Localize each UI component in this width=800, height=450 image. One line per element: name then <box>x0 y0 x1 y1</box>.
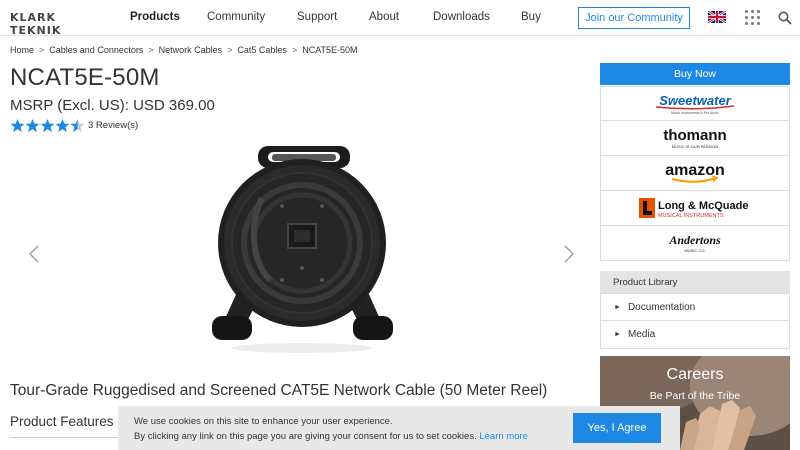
apps-grid-icon[interactable] <box>745 10 760 25</box>
features-divider <box>10 437 120 438</box>
svg-text:Sweetwater: Sweetwater <box>659 93 731 108</box>
uk-flag-icon[interactable] <box>708 11 726 23</box>
star-icon <box>70 119 85 133</box>
careers-title: Careers <box>666 366 724 383</box>
cookie-message-line1: We use cookies on this site to enhance y… <box>134 416 393 427</box>
retailer-long-mcquade[interactable]: Long & McQuade MUSICAL INSTRUMENTS <box>600 191 790 226</box>
product-title: NCAT5E-50M <box>10 64 160 91</box>
star-rating[interactable] <box>10 117 85 133</box>
breadcrumb-cables-connectors[interactable]: Cables and Connectors <box>49 45 143 55</box>
product-price: MSRP (Excl. US): USD 369.00 <box>10 97 215 114</box>
star-icon <box>40 119 55 133</box>
product-library-header: Product Library <box>600 271 790 293</box>
thomann-logo: thomann MUSIC IS OUR PASSION <box>663 127 726 149</box>
svg-text:amazon: amazon <box>665 162 725 179</box>
caret-right-icon: ► <box>614 331 621 338</box>
svg-text:MUSIC CO.: MUSIC CO. <box>684 248 705 253</box>
retailer-sweetwater[interactable]: Sweetwater Music Instruments & Pro Audio <box>600 86 790 121</box>
product-features-heading[interactable]: Product Features <box>10 414 114 429</box>
svg-text:thomann: thomann <box>663 127 726 144</box>
nav-products[interactable]: Products <box>130 11 180 23</box>
accept-cookies-button[interactable]: Yes, I Agree <box>573 413 661 443</box>
breadcrumb-cat5-cables[interactable]: Cat5 Cables <box>237 45 287 55</box>
star-icon <box>55 119 70 133</box>
library-item-media[interactable]: ► Media <box>600 321 790 349</box>
sweetwater-logo: Sweetwater Music Instruments & Pro Audio <box>655 93 735 115</box>
learn-more-link[interactable]: Learn more <box>479 431 528 442</box>
careers-subtitle: Be Part of the Tribe <box>649 390 741 402</box>
star-icon <box>25 119 40 133</box>
amazon-logo: amazon <box>665 162 725 183</box>
svg-text:MUSICAL INSTRUMENTS: MUSICAL INSTRUMENTS <box>658 213 724 219</box>
breadcrumb-home[interactable]: Home <box>10 45 34 55</box>
svg-text:Long & McQuade: Long & McQuade <box>658 200 748 212</box>
nav-support[interactable]: Support <box>297 11 337 23</box>
breadcrumb-current: NCAT5E-50M <box>302 45 358 55</box>
retailer-thomann[interactable]: thomann MUSIC IS OUR PASSION <box>600 121 790 156</box>
star-icon <box>10 119 25 133</box>
svg-text:Music Instruments & Pro Audio: Music Instruments & Pro Audio <box>671 111 719 115</box>
nav-community[interactable]: Community <box>207 11 265 23</box>
svg-text:MUSIC IS OUR PASSION: MUSIC IS OUR PASSION <box>672 144 718 149</box>
library-item-documentation[interactable]: ► Documentation <box>600 293 790 321</box>
nav-about[interactable]: About <box>369 11 399 23</box>
breadcrumb: Home > Cables and Connectors > Network Cable… <box>10 45 358 55</box>
carousel-next-icon[interactable] <box>563 244 575 264</box>
andertons-logo: Andertons MUSIC CO. <box>668 233 721 253</box>
product-image-cable-reel <box>212 146 393 353</box>
klark-teknik-logo[interactable]: KLARK TEKNIK <box>10 11 90 37</box>
svg-text:Andertons: Andertons <box>668 233 721 247</box>
buy-now-header: Buy Now <box>600 63 790 85</box>
retailer-andertons[interactable]: Andertons MUSIC CO. <box>600 226 790 261</box>
cookie-consent-bar: We use cookies on this site to enhance y… <box>118 406 680 450</box>
nav-buy[interactable]: Buy <box>521 11 541 23</box>
site-header: KLARK TEKNIK Products Community Support … <box>0 0 800 37</box>
breadcrumb-network-cables[interactable]: Network Cables <box>159 45 223 55</box>
nav-downloads[interactable]: Downloads <box>433 11 490 23</box>
carousel-prev-icon[interactable] <box>28 244 40 264</box>
retailer-amazon[interactable]: amazon <box>600 156 790 191</box>
cookie-message-line2: By clicking any link on this page you ar… <box>134 431 528 442</box>
long-mcquade-logo: Long & McQuade MUSICAL INSTRUMENTS <box>639 198 748 219</box>
caret-right-icon: ► <box>614 303 621 311</box>
reviews-link[interactable]: 3 Review(s) <box>88 120 138 131</box>
search-icon[interactable] <box>778 11 792 25</box>
join-community-button[interactable]: Join our Community <box>578 7 690 29</box>
product-description: Tour-Grade Ruggedised and Screened CAT5E… <box>10 382 548 399</box>
